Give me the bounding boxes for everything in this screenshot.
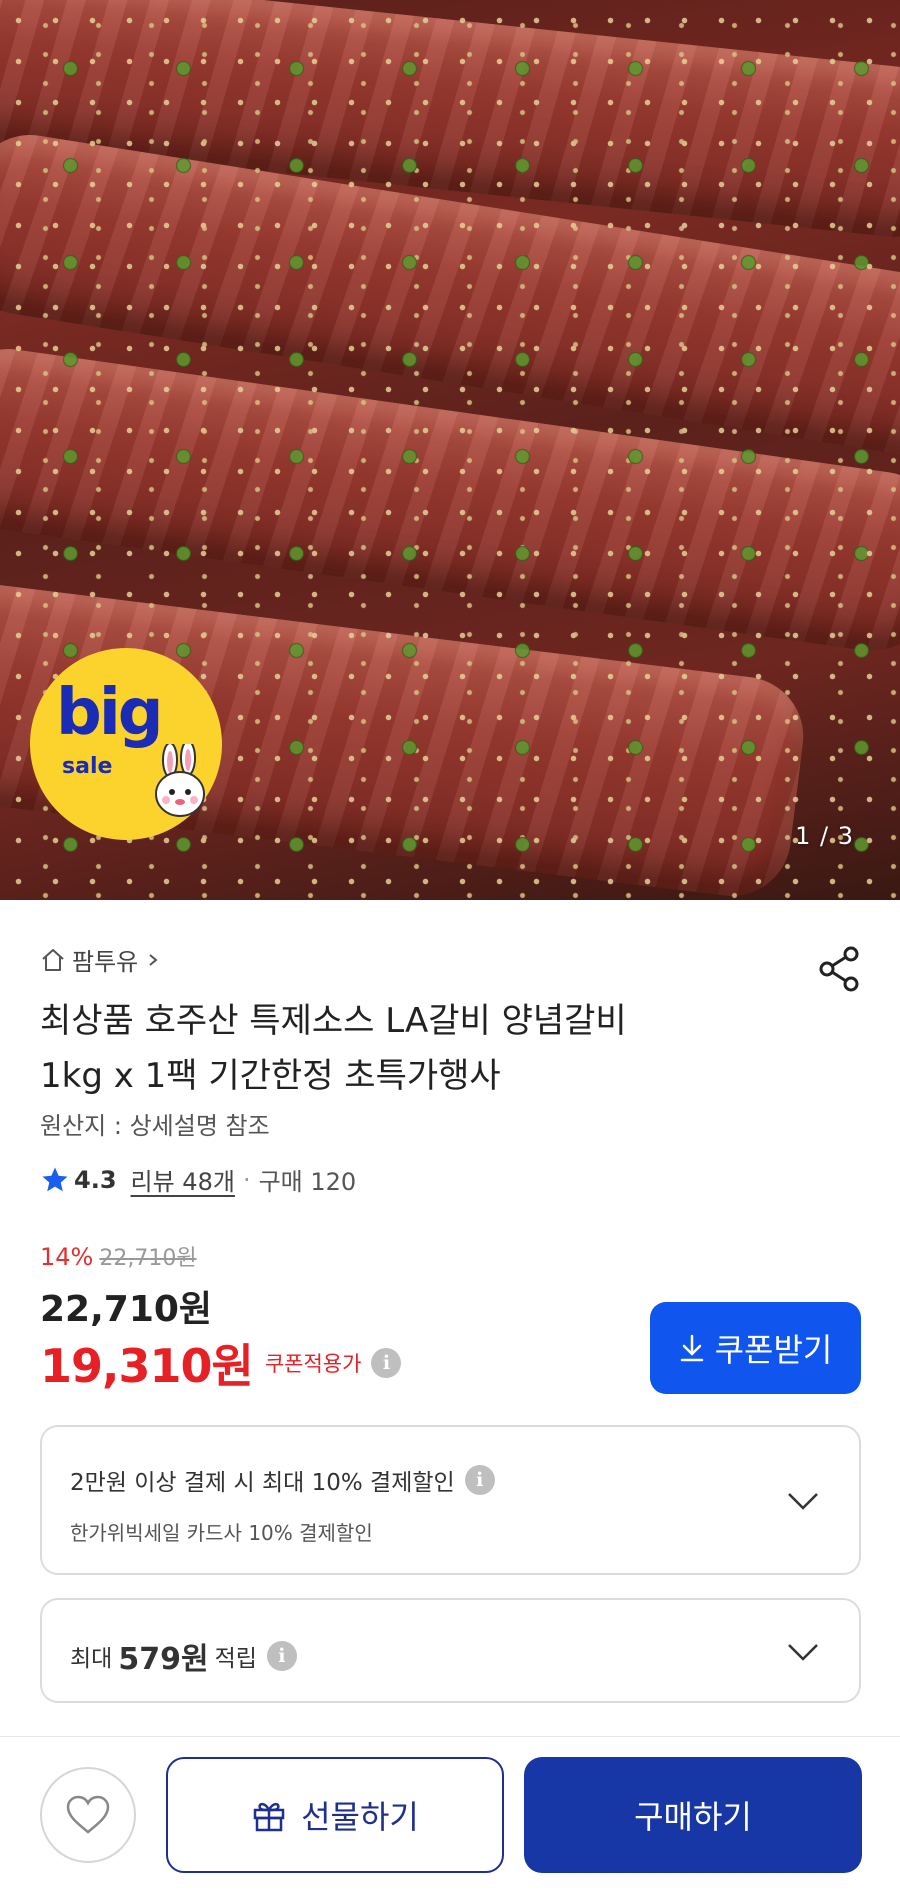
get-coupon-label: 쿠폰받기 <box>714 1331 833 1369</box>
points-main: 최대 579원 적립 i <box>70 1634 297 1678</box>
store-name: 팜투유 <box>72 948 139 976</box>
heart-icon <box>66 1795 110 1834</box>
product-origin: 원산지 : 상세설명 참조 <box>40 1112 270 1140</box>
discount-row: 14% 22,710원 <box>40 1240 197 1272</box>
sale-price-row: 19,310원 쿠폰적용가 i <box>40 1330 402 1396</box>
coupon-price-label: 쿠폰적용가 <box>264 1352 362 1376</box>
info-icon[interactable]: i <box>371 1348 402 1378</box>
chevron-down-icon[interactable] <box>787 1491 819 1511</box>
discount-percent: 14% <box>40 1243 94 1271</box>
wishlist-button[interactable] <box>40 1767 136 1863</box>
points-amount: 579원 <box>118 1642 209 1677</box>
star-icon <box>42 1167 68 1191</box>
buy-button[interactable]: 구매하기 <box>524 1757 862 1873</box>
chevron-down-icon[interactable] <box>787 1642 819 1662</box>
share-icon[interactable] <box>818 945 862 993</box>
points-card[interactable]: 최대 579원 적립 i <box>40 1598 861 1703</box>
points-prefix: 최대 <box>70 1646 113 1672</box>
bottom-action-bar: 선물하기 구매하기 <box>0 1736 900 1892</box>
product-title-line2: 1kg x 1팩 기간한정 초특가행사 <box>40 1056 501 1096</box>
payment-discount-sub: 한가위빅세일 카드사 10% 결제할인 <box>70 1521 373 1545</box>
image-counter: 1 / 3 <box>795 822 854 850</box>
rating-row: 4.3 리뷰 48개 · 구매 120 <box>40 1162 356 1197</box>
info-icon[interactable]: i <box>464 1465 495 1495</box>
big-sale-badge: big sale <box>30 648 222 840</box>
gift-label: 선물하기 <box>301 1798 419 1836</box>
payment-discount-main: 2만원 이상 결제 시 최대 10% 결제할인 i <box>70 1463 495 1497</box>
rating-score: 4.3 <box>74 1165 117 1194</box>
chevron-right-icon <box>149 953 158 966</box>
download-icon <box>680 1334 703 1362</box>
badge-sale-text: sale <box>62 754 113 779</box>
info-icon[interactable]: i <box>266 1641 297 1671</box>
product-title-line1: 최상품 호주산 특제소스 LA갈비 양념갈비 <box>40 1001 627 1041</box>
product-image-carousel[interactable]: big sale 1 / 3 <box>0 0 900 900</box>
payment-discount-text: 2만원 이상 결제 시 최대 10% 결제할인 <box>70 1470 455 1496</box>
review-count-link[interactable]: 리뷰 48개 <box>131 1162 235 1197</box>
gift-button[interactable]: 선물하기 <box>166 1757 504 1873</box>
points-suffix: 적립 <box>214 1646 257 1672</box>
get-coupon-button[interactable]: 쿠폰받기 <box>650 1302 861 1394</box>
bunny-icon <box>155 744 205 817</box>
gift-icon <box>253 1802 285 1832</box>
rating-separator: · <box>242 1165 251 1194</box>
product-title: 최상품 호주산 특제소스 LA갈비 양념갈비 1kg x 1팩 기간한정 초특가… <box>40 994 800 1104</box>
coupon-sale-price: 19,310원 <box>40 1339 254 1393</box>
purchase-count: 구매 120 <box>258 1168 357 1196</box>
store-link[interactable]: 팜투유 <box>40 942 160 977</box>
original-price: 22,710원 <box>99 1246 197 1271</box>
badge-big-text: big <box>56 676 164 750</box>
buy-label: 구매하기 <box>634 1798 752 1836</box>
payment-discount-card[interactable]: 2만원 이상 결제 시 최대 10% 결제할인 i 한가위빅세일 카드사 10%… <box>40 1425 861 1575</box>
current-price: 22,710원 <box>40 1289 213 1330</box>
home-icon <box>42 948 64 971</box>
